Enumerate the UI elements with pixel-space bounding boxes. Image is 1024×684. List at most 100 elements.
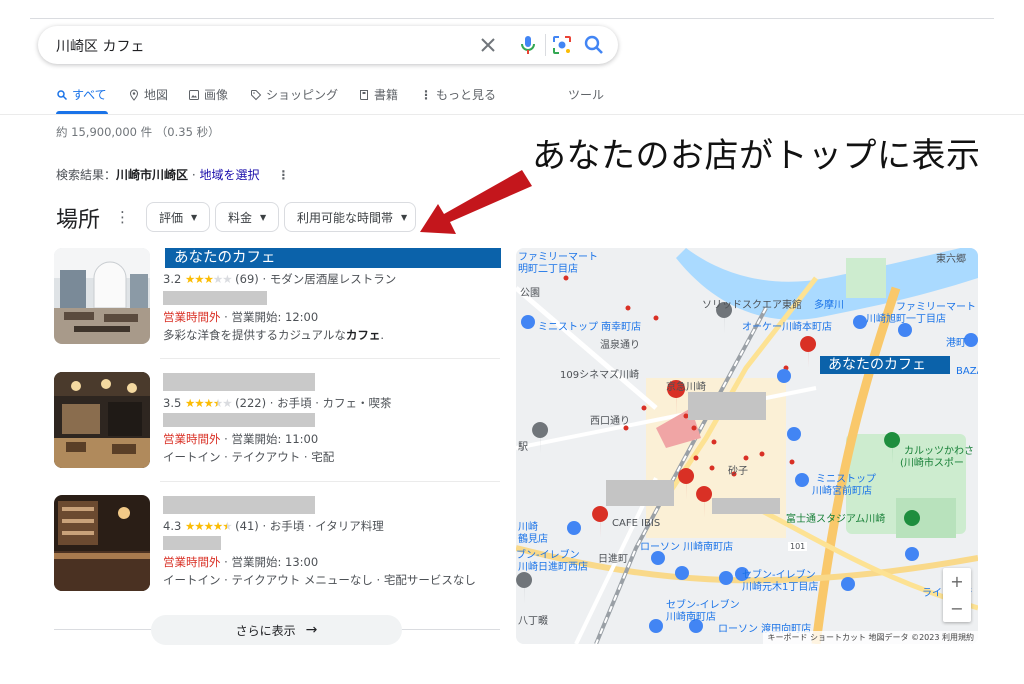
review-count: (69) [235, 272, 259, 286]
arrow-right-icon: → [305, 622, 318, 638]
desc-bold: カフェ [345, 328, 381, 342]
tab-label: 地図 [144, 88, 169, 102]
place-photo[interactable] [54, 248, 150, 344]
hours-line: 営業時間外 · 営業開始: 13:00 [163, 554, 318, 570]
show-more-button[interactable]: さらに表示 → [151, 615, 402, 645]
place-photo[interactable] [54, 495, 150, 591]
location-line: 検索結果：川崎市川崎区 · 地域を選択 ⋮ [56, 166, 289, 183]
star-rating-icon: ★★★★★ [184, 272, 233, 286]
tab-tools[interactable]: ツール [568, 86, 604, 103]
map-label: 八丁畷 [518, 616, 548, 627]
map-label: (川崎市スポー [900, 458, 964, 469]
tab-maps[interactable]: 地図 [128, 86, 168, 103]
map-pin-icon [129, 88, 139, 101]
tabs-divider [0, 114, 1024, 115]
microphone-icon[interactable] [516, 33, 540, 57]
map-label: 京急川崎 [666, 382, 706, 393]
open-status: 営業時間外 [163, 432, 221, 446]
tab-label: すべて [72, 88, 107, 102]
filter-hours[interactable]: 利用可能な時間帯 ▼ [284, 202, 416, 232]
filter-label: 評価 [159, 210, 184, 225]
annotation-arrow-icon [420, 170, 532, 234]
map-label: ローソン 川崎南町店 [640, 542, 734, 553]
filter-rating[interactable]: 評価 ▼ [146, 202, 210, 232]
hours-line: 営業時間外 · 営業開始: 12:00 [163, 309, 318, 325]
redacted-address [163, 413, 315, 427]
more-vert-icon: ⋮ [420, 87, 432, 102]
search-icon[interactable] [582, 33, 606, 57]
map-view[interactable]: ファミリーマート 明町二丁目店 ソリッドスクエア東館 多摩川 東六郷 ファミリー… [516, 248, 978, 644]
tab-all[interactable]: すべて [56, 86, 107, 103]
tab-label: ツール [568, 88, 605, 102]
zoom-in-button[interactable]: + [943, 568, 971, 595]
opening-time: · 営業開始: 13:00 [220, 555, 319, 569]
more-vert-icon[interactable]: ⋮ [277, 168, 289, 182]
map-label: 川崎日進町西店 [518, 562, 588, 573]
rating-value: 4.3 [163, 519, 182, 533]
zoom-control: + − [943, 568, 971, 622]
location-dot: · [188, 168, 200, 182]
desc-text: . [380, 328, 385, 342]
cafe-photo-1 [54, 248, 150, 344]
tab-label: 画像 [204, 88, 229, 102]
location-place: 川崎市川崎区 [116, 168, 189, 182]
book-icon [360, 89, 368, 100]
search-icon [57, 89, 68, 100]
rating-line: 3.2 ★★★★★ (69) · モダン居酒屋レストラン [163, 271, 396, 287]
rating-line: 3.5 ★★★★★ (222) · お手頃 · カフェ・喫茶 [163, 395, 392, 411]
map-label: 港町 [946, 338, 966, 349]
place-category: · お手頃 · カフェ・喫茶 [269, 396, 392, 410]
redacted-place-name [163, 373, 315, 391]
map-label: 109シネマズ川崎 [560, 370, 640, 381]
opening-time: · 営業開始: 12:00 [220, 310, 319, 324]
select-region-link[interactable]: 地域を選択 [199, 168, 259, 182]
clear-icon[interactable] [476, 33, 500, 57]
review-count: (41) [235, 519, 259, 533]
tab-shopping[interactable]: ショッピング [250, 86, 338, 103]
map-label: 東六郷 [936, 254, 966, 265]
search-input[interactable]: 川崎区 カフェ [56, 36, 144, 56]
card-divider [160, 358, 500, 359]
map-label: 川崎南町店 [666, 612, 716, 623]
place-name-highlight[interactable]: あなたのカフェ [165, 248, 501, 268]
place-description: イートイン · テイクアウト · 宅配 [163, 450, 335, 464]
map-highlight-label[interactable]: あなたのカフェ [820, 356, 950, 374]
place-category: · お手頃 · イタリア料理 [262, 519, 384, 533]
filter-price[interactable]: 料金 ▼ [215, 202, 279, 232]
annotation-text: あなたのお店がトップに表示 [532, 136, 981, 176]
tag-icon [251, 89, 262, 100]
map-label: 明町二丁目店 [518, 264, 578, 275]
rating-value: 3.2 [163, 272, 182, 286]
hours-line: 営業時間外 · 営業開始: 11:00 [163, 431, 318, 447]
zoom-out-button[interactable]: − [943, 595, 971, 622]
search-separator [545, 34, 546, 56]
location-prefix: 検索結果： [56, 168, 117, 182]
place-category: · モダン居酒屋レストラン [262, 272, 397, 286]
top-divider [30, 18, 994, 19]
result-stats: 約 15,900,000 件 （0.35 秒） [56, 125, 220, 139]
rating-line: 4.3 ★★★★★ (41) · お手頃 · イタリア料理 [163, 518, 384, 534]
map-label: ソリッドスクエア東館 [702, 300, 802, 311]
tab-more[interactable]: ⋮ もっと見る [420, 86, 496, 103]
show-more-label: さらに表示 [235, 623, 296, 638]
cafe-photo-2 [54, 372, 150, 468]
tab-images[interactable]: 画像 [188, 86, 228, 103]
search-box[interactable]: 川崎区 カフェ [38, 26, 618, 64]
card-divider [160, 481, 500, 482]
map-label: 富士通スタジアム川崎 [786, 514, 886, 525]
redacted-address [163, 536, 221, 550]
star-rating-icon: ★★★★★ [184, 519, 233, 533]
map-label: 公園 [520, 288, 540, 299]
tab-label: もっと見る [436, 88, 497, 102]
opening-time: · 営業開始: 11:00 [220, 432, 319, 446]
tab-books[interactable]: 書籍 [358, 86, 398, 103]
rating-value: 3.5 [163, 396, 182, 410]
lens-icon[interactable] [550, 33, 574, 57]
filter-label: 料金 [228, 210, 253, 225]
tab-label: 書籍 [374, 88, 399, 102]
map-label: 鶴見店 [518, 534, 548, 545]
redacted-place-name [163, 496, 315, 514]
more-vert-icon[interactable]: ⋮ [115, 208, 130, 226]
place-photo[interactable] [54, 372, 150, 468]
map-attribution[interactable]: キーボード ショートカット 地図データ ©2023 利用規約 [763, 631, 978, 644]
